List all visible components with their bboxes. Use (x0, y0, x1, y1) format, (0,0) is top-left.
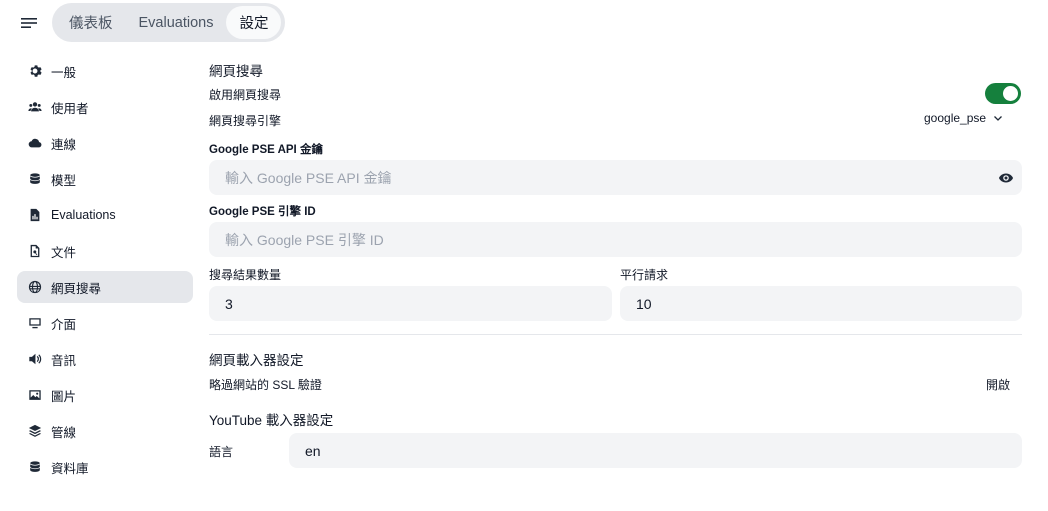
toggle-knob (1003, 86, 1018, 101)
sidebar-item-label: 資料庫 (51, 461, 89, 476)
bypass-ssl-toggle-button[interactable]: 開啟 (986, 376, 1010, 393)
sidebar-item-label: 網頁搜尋 (51, 281, 102, 296)
sidebar-item-database[interactable]: 資料庫 (17, 451, 193, 483)
top-tab-bar: 儀表板 Evaluations 設定 (52, 3, 286, 42)
sidebar-item-label: 介面 (51, 317, 77, 332)
search-engine-label: 網頁搜尋引擎 (209, 114, 282, 128)
sidebar-item-label: Evaluations (51, 208, 116, 222)
tab-dashboard[interactable]: 儀表板 (56, 6, 126, 39)
settings-sidebar: 一般 使用者 連線 模型 Evaluations 文件 網頁搜尋 介面 音訊 圖… (17, 55, 193, 487)
database-icon (28, 172, 42, 186)
sidebar-item-label: 音訊 (51, 353, 77, 368)
tab-settings[interactable]: 設定 (226, 6, 282, 39)
sidebar-item-images[interactable]: 圖片 (17, 379, 193, 411)
document-search-icon (28, 244, 42, 258)
language-label: 語言 (209, 445, 234, 459)
loader-section-title: 網頁載入器設定 (209, 353, 304, 368)
engine-id-label: Google PSE 引擎 ID (209, 206, 316, 218)
sidebar-item-label: 圖片 (51, 389, 77, 404)
web-search-section-title: 網頁搜尋 (209, 64, 263, 79)
section-divider (209, 334, 1022, 335)
sidebar-item-web-search[interactable]: 網頁搜尋 (17, 271, 193, 303)
result-count-input[interactable]: 3 (209, 286, 612, 321)
globe-icon (28, 280, 42, 294)
search-engine-value: google_pse (924, 111, 987, 125)
youtube-section-title: YouTube 載入器設定 (209, 413, 334, 428)
api-key-input[interactable]: 輸入 Google PSE API 金鑰 (209, 160, 1022, 195)
sidebar-item-pipelines[interactable]: 管線 (17, 415, 193, 447)
speaker-icon (28, 352, 42, 366)
sidebar-item-users[interactable]: 使用者 (17, 91, 193, 123)
sidebar-item-label: 使用者 (51, 101, 89, 116)
hamburger-menu-button[interactable] (18, 12, 40, 34)
monitor-icon (28, 316, 42, 330)
document-chart-icon (28, 208, 42, 222)
enable-web-search-toggle[interactable] (985, 83, 1021, 104)
sidebar-item-documents[interactable]: 文件 (17, 235, 193, 267)
enable-web-search-label: 啟用網頁搜尋 (209, 88, 282, 102)
database-icon (28, 460, 42, 474)
language-input[interactable]: en (289, 433, 1022, 468)
search-engine-select[interactable]: google_pse (924, 111, 1003, 125)
result-count-label: 搜尋結果數量 (209, 268, 282, 282)
concurrent-requests-label: 平行請求 (620, 268, 669, 282)
sidebar-item-interface[interactable]: 介面 (17, 307, 193, 339)
sidebar-item-connections[interactable]: 連線 (17, 127, 193, 159)
users-icon (28, 100, 42, 114)
sidebar-item-label: 文件 (51, 245, 77, 260)
layers-icon (28, 424, 42, 438)
sidebar-item-general[interactable]: 一般 (17, 55, 193, 87)
sidebar-item-evaluations[interactable]: Evaluations (17, 199, 193, 231)
bypass-ssl-label: 略過網站的 SSL 驗證 (209, 378, 322, 392)
eye-icon[interactable] (998, 170, 1014, 186)
sidebar-item-label: 模型 (51, 173, 77, 188)
chevron-down-icon (994, 116, 1003, 121)
gear-icon (28, 64, 42, 78)
image-icon (28, 388, 42, 402)
cloud-icon (28, 136, 42, 150)
sidebar-item-audio[interactable]: 音訊 (17, 343, 193, 375)
sidebar-item-label: 連線 (51, 137, 77, 152)
concurrent-requests-input[interactable]: 10 (620, 286, 1022, 321)
sidebar-item-label: 管線 (51, 425, 77, 440)
api-key-label: Google PSE API 金鑰 (209, 144, 323, 156)
sidebar-item-models[interactable]: 模型 (17, 163, 193, 195)
tab-evaluations[interactable]: Evaluations (126, 6, 227, 39)
menu-icon (21, 18, 37, 28)
sidebar-item-label: 一般 (51, 65, 77, 80)
engine-id-input[interactable]: 輸入 Google PSE 引擎 ID (209, 222, 1022, 257)
